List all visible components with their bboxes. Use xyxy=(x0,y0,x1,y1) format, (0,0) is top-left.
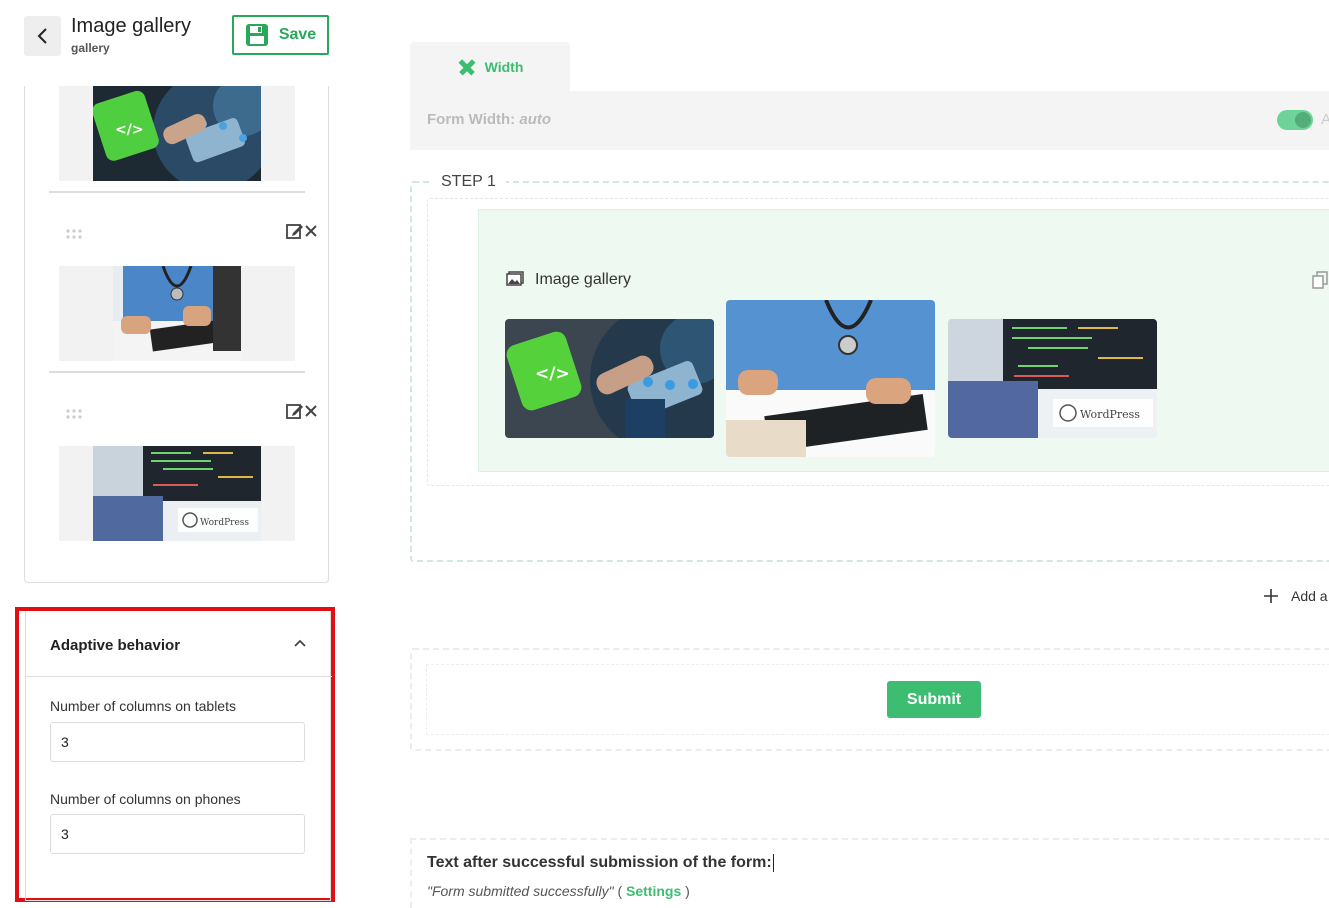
tab-width[interactable]: Width xyxy=(410,42,570,92)
gallery-image-wordpress-coding[interactable]: WordPress xyxy=(948,319,1157,438)
page-subtitle: gallery xyxy=(71,41,110,55)
form-width-label: Form Width: xyxy=(427,111,516,128)
item-divider xyxy=(49,191,305,193)
adaptive-behavior-header[interactable]: Adaptive behavior xyxy=(26,611,332,677)
text-caret xyxy=(772,854,774,872)
page-title: Image gallery xyxy=(71,15,192,37)
adaptive-behavior-panel: Adaptive behavior Number of columns on t… xyxy=(15,607,335,902)
ruler-pencil-icon xyxy=(458,59,476,76)
chevron-up-icon[interactable] xyxy=(294,639,306,647)
chevron-left-icon xyxy=(37,28,47,44)
gallery-image-nurse-keyboard[interactable] xyxy=(726,300,935,457)
adaptive-behavior-title: Adaptive behavior xyxy=(50,637,181,654)
paren-open: ( xyxy=(617,883,623,899)
nurse-keyboard-image xyxy=(113,266,241,361)
form-width-text: Form Width: auto xyxy=(427,111,551,128)
edit-icon[interactable] xyxy=(286,402,304,420)
list-item-header xyxy=(49,402,317,426)
phones-columns-label: Number of columns on phones xyxy=(50,791,241,807)
drag-handle-icon[interactable] xyxy=(66,409,82,419)
gallery-image-code-tablet[interactable]: </> xyxy=(505,319,714,438)
gallery-title: Image gallery xyxy=(535,271,632,288)
toggle-label: A xyxy=(1321,111,1329,128)
success-text-title[interactable]: Text after successful submission of the … xyxy=(427,854,774,872)
floppy-disk-icon xyxy=(245,24,268,46)
success-text-title-label: Text after successful submission of the … xyxy=(427,854,772,872)
tab-width-label: Width xyxy=(484,59,524,75)
item-divider xyxy=(49,371,305,373)
step-label: STEP 1 xyxy=(431,173,506,191)
wordpress-logo-text: WordPress xyxy=(1080,408,1140,421)
copy-icon[interactable] xyxy=(1312,271,1328,289)
wordpress-coding-image: WordPress xyxy=(93,446,261,541)
image-thumbnail-box xyxy=(59,266,295,361)
auto-width-toggle[interactable] xyxy=(1277,110,1313,130)
paren-close: ) xyxy=(685,883,690,899)
drag-handle-icon[interactable] xyxy=(66,229,82,239)
code-tablet-image: </> xyxy=(93,86,261,181)
save-button[interactable]: Save xyxy=(232,15,329,55)
add-element-button[interactable]: Add a xyxy=(1263,588,1328,604)
save-label: Save xyxy=(278,26,317,43)
add-label: Add a xyxy=(1291,588,1328,604)
svg-text:</>: </> xyxy=(115,122,144,138)
success-message-text: "Form submitted successfully" xyxy=(427,883,614,899)
phones-columns-input[interactable] xyxy=(50,814,305,854)
close-icon[interactable] xyxy=(304,402,318,420)
wordpress-logo-text: WordPress xyxy=(200,518,249,528)
image-thumbnail-box: WordPress xyxy=(59,446,295,541)
edit-icon[interactable] xyxy=(286,222,304,240)
image-list-panel: </> WordPress xyxy=(24,86,329,583)
tablets-columns-label: Number of columns on tablets xyxy=(50,698,236,714)
submit-button[interactable]: Submit xyxy=(887,681,981,718)
back-button[interactable] xyxy=(24,16,61,56)
form-width-value: auto xyxy=(519,111,552,128)
success-message: "Form submitted successfully" ( Settings… xyxy=(427,883,690,899)
settings-link[interactable]: Settings xyxy=(626,883,681,899)
list-item-header xyxy=(49,222,317,246)
tablets-columns-input[interactable] xyxy=(50,722,305,762)
plus-icon xyxy=(1264,589,1278,603)
svg-text:</>: </> xyxy=(535,364,570,384)
gallery-icon xyxy=(506,271,524,286)
submit-inner-area xyxy=(426,664,1329,735)
close-icon[interactable] xyxy=(304,222,318,240)
image-thumbnail-box: </> xyxy=(59,86,295,181)
